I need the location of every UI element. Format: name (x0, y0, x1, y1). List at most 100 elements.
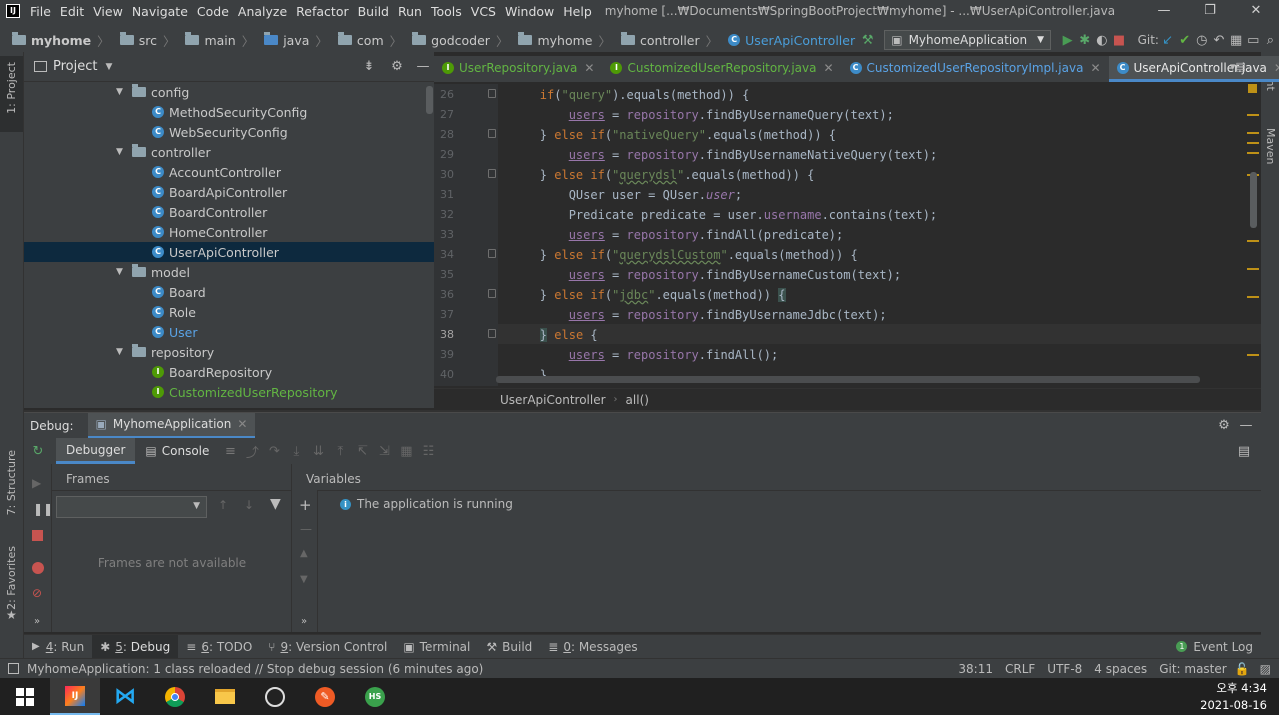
run-to-cursor-icon[interactable]: ⇲ (373, 444, 395, 459)
view-breakpoints-icon[interactable] (32, 562, 44, 574)
status-message[interactable]: MyhomeApplication: 1 class reloaded // S… (27, 662, 483, 676)
tree-folder[interactable]: ▼ model (24, 262, 434, 282)
tree-file[interactable]: C Board (24, 282, 434, 302)
close-tab-icon[interactable]: ✕ (584, 61, 594, 75)
menu-tools[interactable]: Tools (431, 4, 462, 19)
crumb-project[interactable]: myhome 〉 (12, 31, 116, 50)
file-explorer-taskbar-icon[interactable] (200, 678, 250, 715)
close-tab-icon[interactable]: ✕ (823, 61, 833, 75)
tree-file[interactable]: C MethodSecurityConfig (24, 102, 434, 122)
project-tool-button[interactable]: 1: Project (5, 62, 18, 114)
show-execution-point-icon[interactable]: ⤴ (241, 442, 263, 461)
menu-file[interactable]: File (30, 4, 51, 19)
filter-icon[interactable]: ▼ (270, 496, 281, 512)
menu-lines-icon[interactable]: ≡ (219, 444, 241, 459)
tree-file[interactable]: C BoardController (24, 202, 434, 222)
arrow-down-icon[interactable]: ↓ (244, 498, 254, 512)
breadcrumb-class[interactable]: UserApiController (500, 393, 606, 407)
drop-frame-icon[interactable]: ↸ (351, 444, 373, 459)
menu-edit[interactable]: Edit (60, 4, 84, 19)
menu-view[interactable]: View (93, 4, 123, 19)
stop-icon[interactable] (32, 530, 43, 541)
menu-navigate[interactable]: Navigate (132, 4, 188, 19)
add-watch-icon[interactable]: + (299, 496, 312, 514)
close-icon[interactable]: ✕ (237, 417, 247, 431)
git-branch[interactable]: Git: master (1159, 662, 1227, 676)
tree-file[interactable]: C Role (24, 302, 434, 322)
tree-folder[interactable]: ▼ config (24, 82, 434, 102)
arrow-up-icon[interactable]: ↑ (218, 498, 228, 512)
minimize-icon[interactable]: — (1141, 0, 1187, 22)
step-over-icon[interactable]: ↷ (263, 444, 285, 459)
caret-position[interactable]: 38:11 (958, 662, 993, 676)
layout-icon[interactable]: ▤ (1233, 444, 1255, 459)
debug-icon[interactable]: ✱ (1076, 33, 1093, 48)
expand-arrow-icon[interactable]: ▼ (116, 347, 128, 357)
status-toggle-icon[interactable] (8, 663, 19, 674)
project-view-selector[interactable]: Project (53, 59, 97, 74)
menu-run[interactable]: Run (398, 4, 422, 19)
remove-watch-icon[interactable]: — (300, 522, 312, 536)
postman-taskbar-icon[interactable]: ✎ (300, 678, 350, 715)
vertical-scrollbar[interactable] (1250, 172, 1257, 228)
expand-arrow-icon[interactable]: ▼ (116, 87, 128, 97)
chevron-down-icon[interactable]: ▼ (105, 62, 112, 72)
favorites-tool-button[interactable]: 2: Favorites (5, 546, 18, 610)
structure-tool-button[interactable]: 7: Structure (5, 450, 18, 515)
tool-version-control[interactable]: ⑂ 9: Version Control (260, 635, 395, 659)
hide-icon[interactable]: — (412, 59, 434, 74)
taskbar-clock[interactable]: 오후 4:34 2021-08-16 (1200, 680, 1267, 714)
crumb-src[interactable]: src 〉 (119, 31, 182, 50)
coverage-icon[interactable]: ◐ (1093, 33, 1110, 48)
tree-file[interactable]: C HomeController (24, 222, 434, 242)
history-icon[interactable]: ◷ (1193, 33, 1210, 48)
indent-setting[interactable]: 4 spaces (1094, 662, 1147, 676)
tree-folder[interactable]: ▼ controller (24, 142, 434, 162)
tree-folder[interactable]: ▼ repository (24, 342, 434, 362)
tab-overflow-icon[interactable]: ▾▤ (1230, 60, 1260, 80)
presentation-icon[interactable]: ▭ (1245, 33, 1262, 48)
run-icon[interactable]: ▶ (1059, 33, 1076, 48)
obs-taskbar-icon[interactable] (250, 678, 300, 715)
tab-console[interactable]: ▤ Console (135, 438, 219, 464)
menu-help[interactable]: Help (563, 4, 592, 19)
windows-start-icon[interactable] (0, 678, 50, 715)
move-down-icon[interactable]: ▼ (300, 574, 308, 585)
git-commit-icon[interactable]: ✔ (1176, 33, 1193, 48)
editor-tab[interactable]: C CustomizedUserRepositoryImpl.java ✕ (842, 56, 1109, 82)
crumb-main[interactable]: main 〉 (185, 31, 260, 50)
tool-terminal[interactable]: ▣ Terminal (395, 635, 478, 659)
menu-window[interactable]: Window (505, 4, 554, 19)
tree-file[interactable]: I CustomizedUserRepository (24, 382, 434, 402)
tree-file[interactable]: C BoardApiController (24, 182, 434, 202)
tree-file[interactable]: C AccountController (24, 162, 434, 182)
gear-icon[interactable]: ⚙ (1213, 418, 1235, 433)
crumb-java[interactable]: java 〉 (264, 31, 334, 50)
editor-tab[interactable]: I CustomizedUserRepository.java ✕ (602, 56, 841, 82)
resume-icon[interactable]: ▶ (32, 476, 41, 490)
pause-icon[interactable]: ❚❚ (33, 502, 53, 516)
move-up-icon[interactable]: ▲ (300, 548, 308, 559)
memory-indicator-icon[interactable]: ▨ (1260, 662, 1271, 676)
line-separator[interactable]: CRLF (1005, 662, 1035, 676)
restore-icon[interactable]: ❐ (1187, 0, 1233, 22)
intellij-taskbar-icon[interactable]: IJ (50, 678, 100, 715)
more-icon[interactable]: » (34, 616, 40, 627)
tool-event-log[interactable]: 1 Event Log (1168, 635, 1261, 659)
menu-build[interactable]: Build (358, 4, 389, 19)
project-structure-icon[interactable]: ▦ (1228, 33, 1245, 48)
rollback-icon[interactable]: ↶ (1210, 33, 1227, 48)
search-icon[interactable]: ⌕ (1262, 33, 1279, 48)
menu-refactor[interactable]: Refactor (296, 4, 348, 19)
rerun-icon[interactable]: ↻ (24, 444, 52, 459)
tool-debug[interactable]: ✱ 5: Debug (92, 634, 179, 659)
tree-file[interactable]: C UserApiController (24, 242, 434, 262)
stop-icon[interactable]: ■ (1110, 33, 1127, 48)
crumb-com[interactable]: com 〉 (337, 31, 408, 50)
gear-icon[interactable]: ⚙ (386, 59, 408, 74)
trace-icon[interactable]: ☷ (417, 444, 439, 459)
menu-analyze[interactable]: Analyze (238, 4, 287, 19)
evaluate-icon[interactable]: ▦ (395, 444, 417, 459)
run-configuration-select[interactable]: ▣ MyhomeApplication ▼ (884, 30, 1052, 50)
close-tab-icon[interactable]: ✕ (1274, 61, 1279, 75)
